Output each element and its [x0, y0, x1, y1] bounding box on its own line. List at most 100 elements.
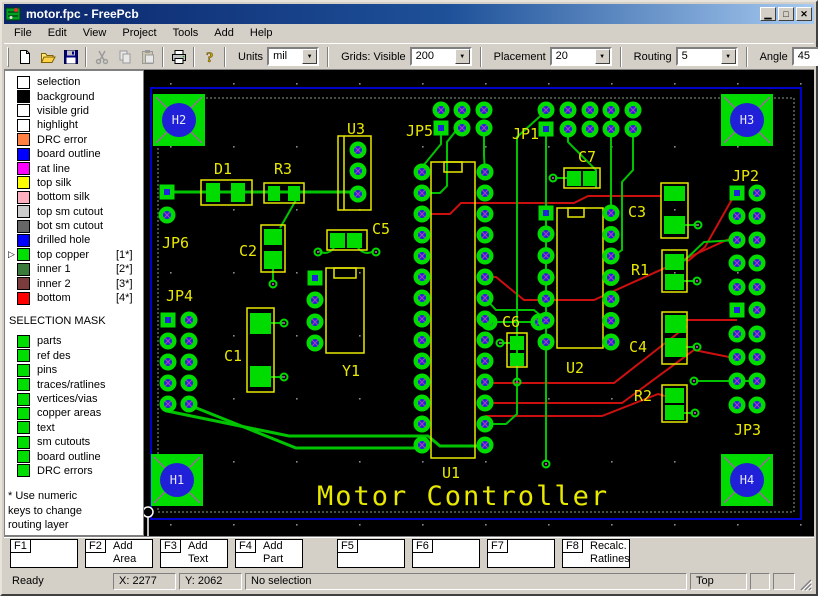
- silk-label-c5[interactable]: C5: [372, 220, 390, 238]
- layer-swatch[interactable]: [17, 248, 30, 261]
- layer-swatch[interactable]: [17, 148, 30, 161]
- save-file-button[interactable]: [59, 46, 82, 67]
- layer-row-bottom-silk[interactable]: bottom silk: [8, 190, 143, 204]
- mounting-hole-h4[interactable]: H4: [721, 454, 773, 506]
- layer-row-selection[interactable]: selection: [8, 75, 143, 89]
- routing-dropdown[interactable]: 5 ▼: [676, 47, 738, 66]
- layer-swatch[interactable]: [17, 205, 30, 218]
- layer-swatch[interactable]: [17, 263, 30, 276]
- fkey-f2-button[interactable]: F2AddArea: [85, 539, 153, 568]
- layer-row-inner-1[interactable]: inner 1[2*]: [8, 262, 143, 276]
- chevron-down-icon[interactable]: ▼: [595, 49, 610, 64]
- silk-label-c7[interactable]: C7: [578, 148, 596, 166]
- fkey-f3-button[interactable]: F3AddText: [160, 539, 228, 568]
- mask-row-board-outline[interactable]: board outline: [8, 449, 143, 463]
- chevron-down-icon[interactable]: ▼: [455, 49, 470, 64]
- copy-button[interactable]: [113, 46, 136, 67]
- pcb-canvas[interactable]: H2H3H1H4 D1R3U3JP5JP1C7JP2C3JP6C2C5JP4R1…: [144, 70, 814, 536]
- layer-swatch[interactable]: [17, 162, 30, 175]
- angle-dropdown[interactable]: 45 ▼: [792, 47, 818, 66]
- mask-row-vertices-vias[interactable]: vertices/vias: [8, 392, 143, 406]
- units-dropdown[interactable]: mil ▼: [267, 47, 319, 66]
- layer-row-top-sm-cutout[interactable]: top sm cutout: [8, 205, 143, 219]
- close-button[interactable]: ✕: [796, 7, 812, 21]
- mask-row-drc-errors[interactable]: DRC errors: [8, 464, 143, 478]
- fkey-f6-button[interactable]: F6: [412, 539, 480, 568]
- silk-label-u3[interactable]: U3: [347, 120, 365, 138]
- new-file-button[interactable]: [13, 46, 36, 67]
- fkey-f5-button[interactable]: F5: [337, 539, 405, 568]
- layer-swatch[interactable]: [17, 90, 30, 103]
- mask-swatch[interactable]: [17, 464, 30, 477]
- mounting-hole-h3[interactable]: H3: [721, 94, 773, 146]
- layer-row-drilled-hole[interactable]: drilled hole: [8, 233, 143, 247]
- layer-swatch[interactable]: [17, 104, 30, 117]
- layer-swatch[interactable]: [17, 220, 30, 233]
- layer-row-rat-line[interactable]: rat line: [8, 161, 143, 175]
- chevron-down-icon[interactable]: ▼: [302, 49, 317, 64]
- menu-edit[interactable]: Edit: [40, 25, 75, 42]
- mask-swatch[interactable]: [17, 407, 30, 420]
- layer-row-bot-sm-cutout[interactable]: bot sm cutout: [8, 219, 143, 233]
- layer-row-visible-grid[interactable]: visible grid: [8, 104, 143, 118]
- mounting-hole-h1[interactable]: H1: [151, 454, 203, 506]
- layer-row-inner-2[interactable]: inner 2[3*]: [8, 276, 143, 290]
- silk-label-c6[interactable]: C6: [502, 313, 520, 331]
- layer-swatch[interactable]: [17, 234, 30, 247]
- open-file-button[interactable]: [36, 46, 59, 67]
- silk-label-jp3[interactable]: JP3: [734, 421, 761, 439]
- layer-row-bottom[interactable]: bottom[4*]: [8, 291, 143, 305]
- resize-grip[interactable]: [798, 577, 812, 591]
- mask-row-pins[interactable]: pins: [8, 363, 143, 377]
- toolbar-grip[interactable]: [7, 47, 9, 67]
- silk-label-r2[interactable]: R2: [634, 387, 652, 405]
- layer-swatch[interactable]: [17, 76, 30, 89]
- menu-view[interactable]: View: [75, 25, 115, 42]
- cut-button[interactable]: [90, 46, 113, 67]
- mask-swatch[interactable]: [17, 436, 30, 449]
- layer-swatch[interactable]: [17, 292, 30, 305]
- mask-swatch[interactable]: [17, 335, 30, 348]
- layer-row-background[interactable]: background: [8, 89, 143, 103]
- mask-swatch[interactable]: [17, 393, 30, 406]
- silk-label-jp6[interactable]: JP6: [162, 234, 189, 252]
- help-button[interactable]: ?: [198, 46, 221, 67]
- print-button[interactable]: [167, 46, 190, 67]
- silk-label-jp1[interactable]: JP1: [512, 125, 539, 143]
- mask-row-parts[interactable]: parts: [8, 334, 143, 348]
- silk-label-r1[interactable]: R1: [631, 261, 649, 279]
- menu-help[interactable]: Help: [242, 25, 281, 42]
- mask-row-text[interactable]: text: [8, 421, 143, 435]
- mask-swatch[interactable]: [17, 349, 30, 362]
- silk-label-jp5[interactable]: JP5: [406, 122, 433, 140]
- silk-label-y1[interactable]: Y1: [342, 362, 360, 380]
- mask-swatch[interactable]: [17, 421, 30, 434]
- layer-swatch[interactable]: [17, 133, 30, 146]
- layer-swatch[interactable]: [17, 176, 30, 189]
- menu-tools[interactable]: Tools: [165, 25, 207, 42]
- minimize-button[interactable]: ▁: [760, 7, 776, 21]
- fkey-f7-button[interactable]: F7: [487, 539, 555, 568]
- board-title-text[interactable]: Motor Controller: [317, 481, 609, 512]
- layer-row-top-copper[interactable]: ▷top copper[1*]: [8, 248, 143, 262]
- grids-dropdown[interactable]: 200 ▼: [410, 47, 472, 66]
- fkey-f8-button[interactable]: F8Recalc.Ratlines: [562, 539, 630, 568]
- maximize-button[interactable]: □: [778, 7, 794, 21]
- fkey-f4-button[interactable]: F4AddPart: [235, 539, 303, 568]
- chevron-down-icon[interactable]: ▼: [721, 49, 736, 64]
- layer-swatch[interactable]: [17, 277, 30, 290]
- mask-row-sm-cutouts[interactable]: sm cutouts: [8, 435, 143, 449]
- fkey-f1-button[interactable]: F1: [10, 539, 78, 568]
- layer-row-highlight[interactable]: highlight: [8, 118, 143, 132]
- mounting-hole-h2[interactable]: H2: [153, 94, 205, 146]
- mask-swatch[interactable]: [17, 364, 30, 377]
- menu-file[interactable]: File: [6, 25, 40, 42]
- title-bar[interactable]: motor.fpc - FreePcb ▁ □ ✕: [4, 4, 814, 24]
- silk-label-c1[interactable]: C1: [224, 347, 242, 365]
- mask-row-copper-areas[interactable]: copper areas: [8, 406, 143, 420]
- silk-label-c4[interactable]: C4: [629, 338, 647, 356]
- layer-swatch[interactable]: [17, 191, 30, 204]
- silk-label-u1[interactable]: U1: [442, 464, 460, 482]
- mask-row-traces-ratlines[interactable]: traces/ratlines: [8, 377, 143, 391]
- mask-row-ref-des[interactable]: ref des: [8, 349, 143, 363]
